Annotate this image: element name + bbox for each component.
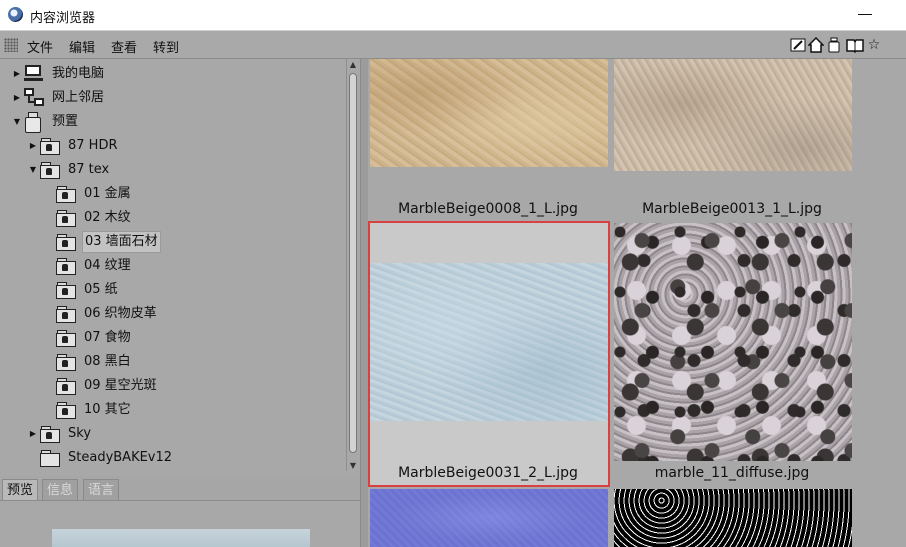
- tab-info[interactable]: 信息: [42, 479, 79, 500]
- thumbnail-caption: MarbleBeige0013_1_L.jpg: [642, 201, 822, 217]
- tree-item-label: 06 织物皮革: [84, 306, 157, 321]
- thumbnail-item[interactable]: [612, 489, 854, 547]
- tree-item-label: Sky: [68, 426, 92, 441]
- thumbnail-image: [614, 59, 852, 171]
- locked-folder-icon: [56, 185, 76, 203]
- locked-folder-open-icon: [40, 161, 60, 179]
- tree-item-label: 预置: [52, 114, 79, 129]
- locked-folder-icon: [40, 425, 60, 443]
- info-tab-bar: 预览 信息 语言: [0, 476, 360, 501]
- minimize-icon[interactable]: [858, 14, 872, 15]
- tree-item-label: 05 纸: [84, 282, 118, 297]
- expand-arrow-icon[interactable]: ▶: [28, 134, 38, 158]
- thumbnail-item[interactable]: MarbleBeige0013_1_L.jpg: [612, 59, 854, 223]
- preview-image: [52, 529, 310, 547]
- tree-item-label: 网上邻居: [52, 90, 105, 105]
- tree-scrollbar[interactable]: ▲ ▼: [346, 59, 360, 471]
- locked-folder-icon: [56, 329, 76, 347]
- edit-icon[interactable]: [790, 37, 806, 53]
- tree-item-label: 10 其它: [84, 402, 131, 417]
- preview-pane: [0, 501, 360, 547]
- tree-item-label: 07 食物: [84, 330, 131, 345]
- thumbnail-caption: marble_11_diffuse.jpg: [654, 465, 810, 481]
- gallery-icon[interactable]: [826, 37, 842, 53]
- scroll-up-arrow-icon[interactable]: ▲: [348, 60, 358, 69]
- thumbnail-image: [614, 489, 852, 547]
- locked-folder-icon: [56, 377, 76, 395]
- locked-folder-icon: [56, 401, 76, 419]
- presets-icon: [24, 112, 42, 133]
- tree-item-label: 04 纹理: [84, 258, 131, 273]
- locked-folder-icon: [56, 257, 76, 275]
- folder-icon: [40, 449, 60, 467]
- locked-folder-icon: [56, 305, 76, 323]
- menu-go[interactable]: 转到: [153, 37, 179, 56]
- menu-edit[interactable]: 编辑: [69, 37, 95, 56]
- scrollbar-thumb[interactable]: [349, 73, 357, 453]
- thumbnail-image: [370, 489, 608, 547]
- window-title: 内容浏览器: [30, 11, 96, 26]
- collapse-arrow-icon[interactable]: ▼: [28, 158, 38, 182]
- favorite-icon[interactable]: ☆: [866, 37, 882, 53]
- network-icon: [24, 88, 46, 108]
- thumbnail-item[interactable]: MarbleBeige0008_1_L.jpg: [368, 59, 610, 223]
- tree-item-label: 01 金属: [84, 186, 131, 201]
- scroll-down-arrow-icon[interactable]: ▼: [348, 461, 358, 470]
- cinema4d-app-icon: [8, 7, 23, 22]
- expand-arrow-icon[interactable]: ▶: [12, 86, 22, 110]
- thumbnail-image: [614, 223, 852, 461]
- grip-icon[interactable]: [4, 38, 18, 52]
- computer-icon: [24, 65, 44, 83]
- book-icon[interactable]: [846, 37, 864, 54]
- thumbnail-caption: MarbleBeige0031_2_L.jpg: [398, 465, 578, 481]
- locked-folder-icon: [56, 233, 76, 251]
- tab-preview[interactable]: 预览: [2, 479, 39, 500]
- panel-splitter[interactable]: [360, 59, 368, 547]
- tree-item-label: 我的电脑: [52, 66, 105, 81]
- locked-folder-icon: [56, 281, 76, 299]
- tree-item-label: 08 黑白: [84, 354, 131, 369]
- tree-item-label: 02 木纹: [84, 210, 131, 225]
- thumbnail-item[interactable]: marble_11_diffuse.jpg: [612, 223, 854, 489]
- thumbnail-caption: MarbleBeige0008_1_L.jpg: [398, 201, 578, 217]
- tab-language[interactable]: 语言: [83, 479, 120, 500]
- thumbnail-item[interactable]: [368, 489, 610, 547]
- expand-arrow-icon[interactable]: ▶: [28, 422, 38, 446]
- thumbnail-image: [370, 263, 608, 421]
- locked-folder-icon: [56, 209, 76, 227]
- collapse-arrow-icon[interactable]: ▼: [12, 110, 22, 134]
- home-icon[interactable]: [807, 36, 825, 53]
- thumbnail-image: [370, 59, 608, 167]
- tree-item-label: 03 墙面石材: [82, 231, 161, 253]
- locked-folder-icon: [56, 353, 76, 371]
- menu-file[interactable]: 文件: [27, 37, 53, 56]
- menu-view[interactable]: 查看: [111, 37, 137, 56]
- title-bar: 内容浏览器: [0, 0, 906, 31]
- folder-tree: ▶ 我的电脑 ▶ 网上邻居 ▼ 预置 ▶ 87 HDR ▼ 87 tex 01 …: [0, 59, 346, 471]
- locked-folder-icon: [40, 137, 60, 155]
- tree-item-label: 09 星空光斑: [84, 378, 157, 393]
- thumbnail-item-selected[interactable]: MarbleBeige0031_2_L.jpg: [368, 221, 610, 487]
- tree-item-label: 87 tex: [68, 162, 110, 177]
- thumbnail-grid: MarbleBeige0008_1_L.jpg MarbleBeige0013_…: [368, 59, 906, 547]
- tree-item-label: SteadyBAKEv12: [68, 450, 173, 465]
- menu-bar: 文件 编辑 查看 转到 ☆: [0, 32, 906, 59]
- expand-arrow-icon[interactable]: ▶: [12, 62, 22, 86]
- tree-item-label: 87 HDR: [68, 138, 118, 153]
